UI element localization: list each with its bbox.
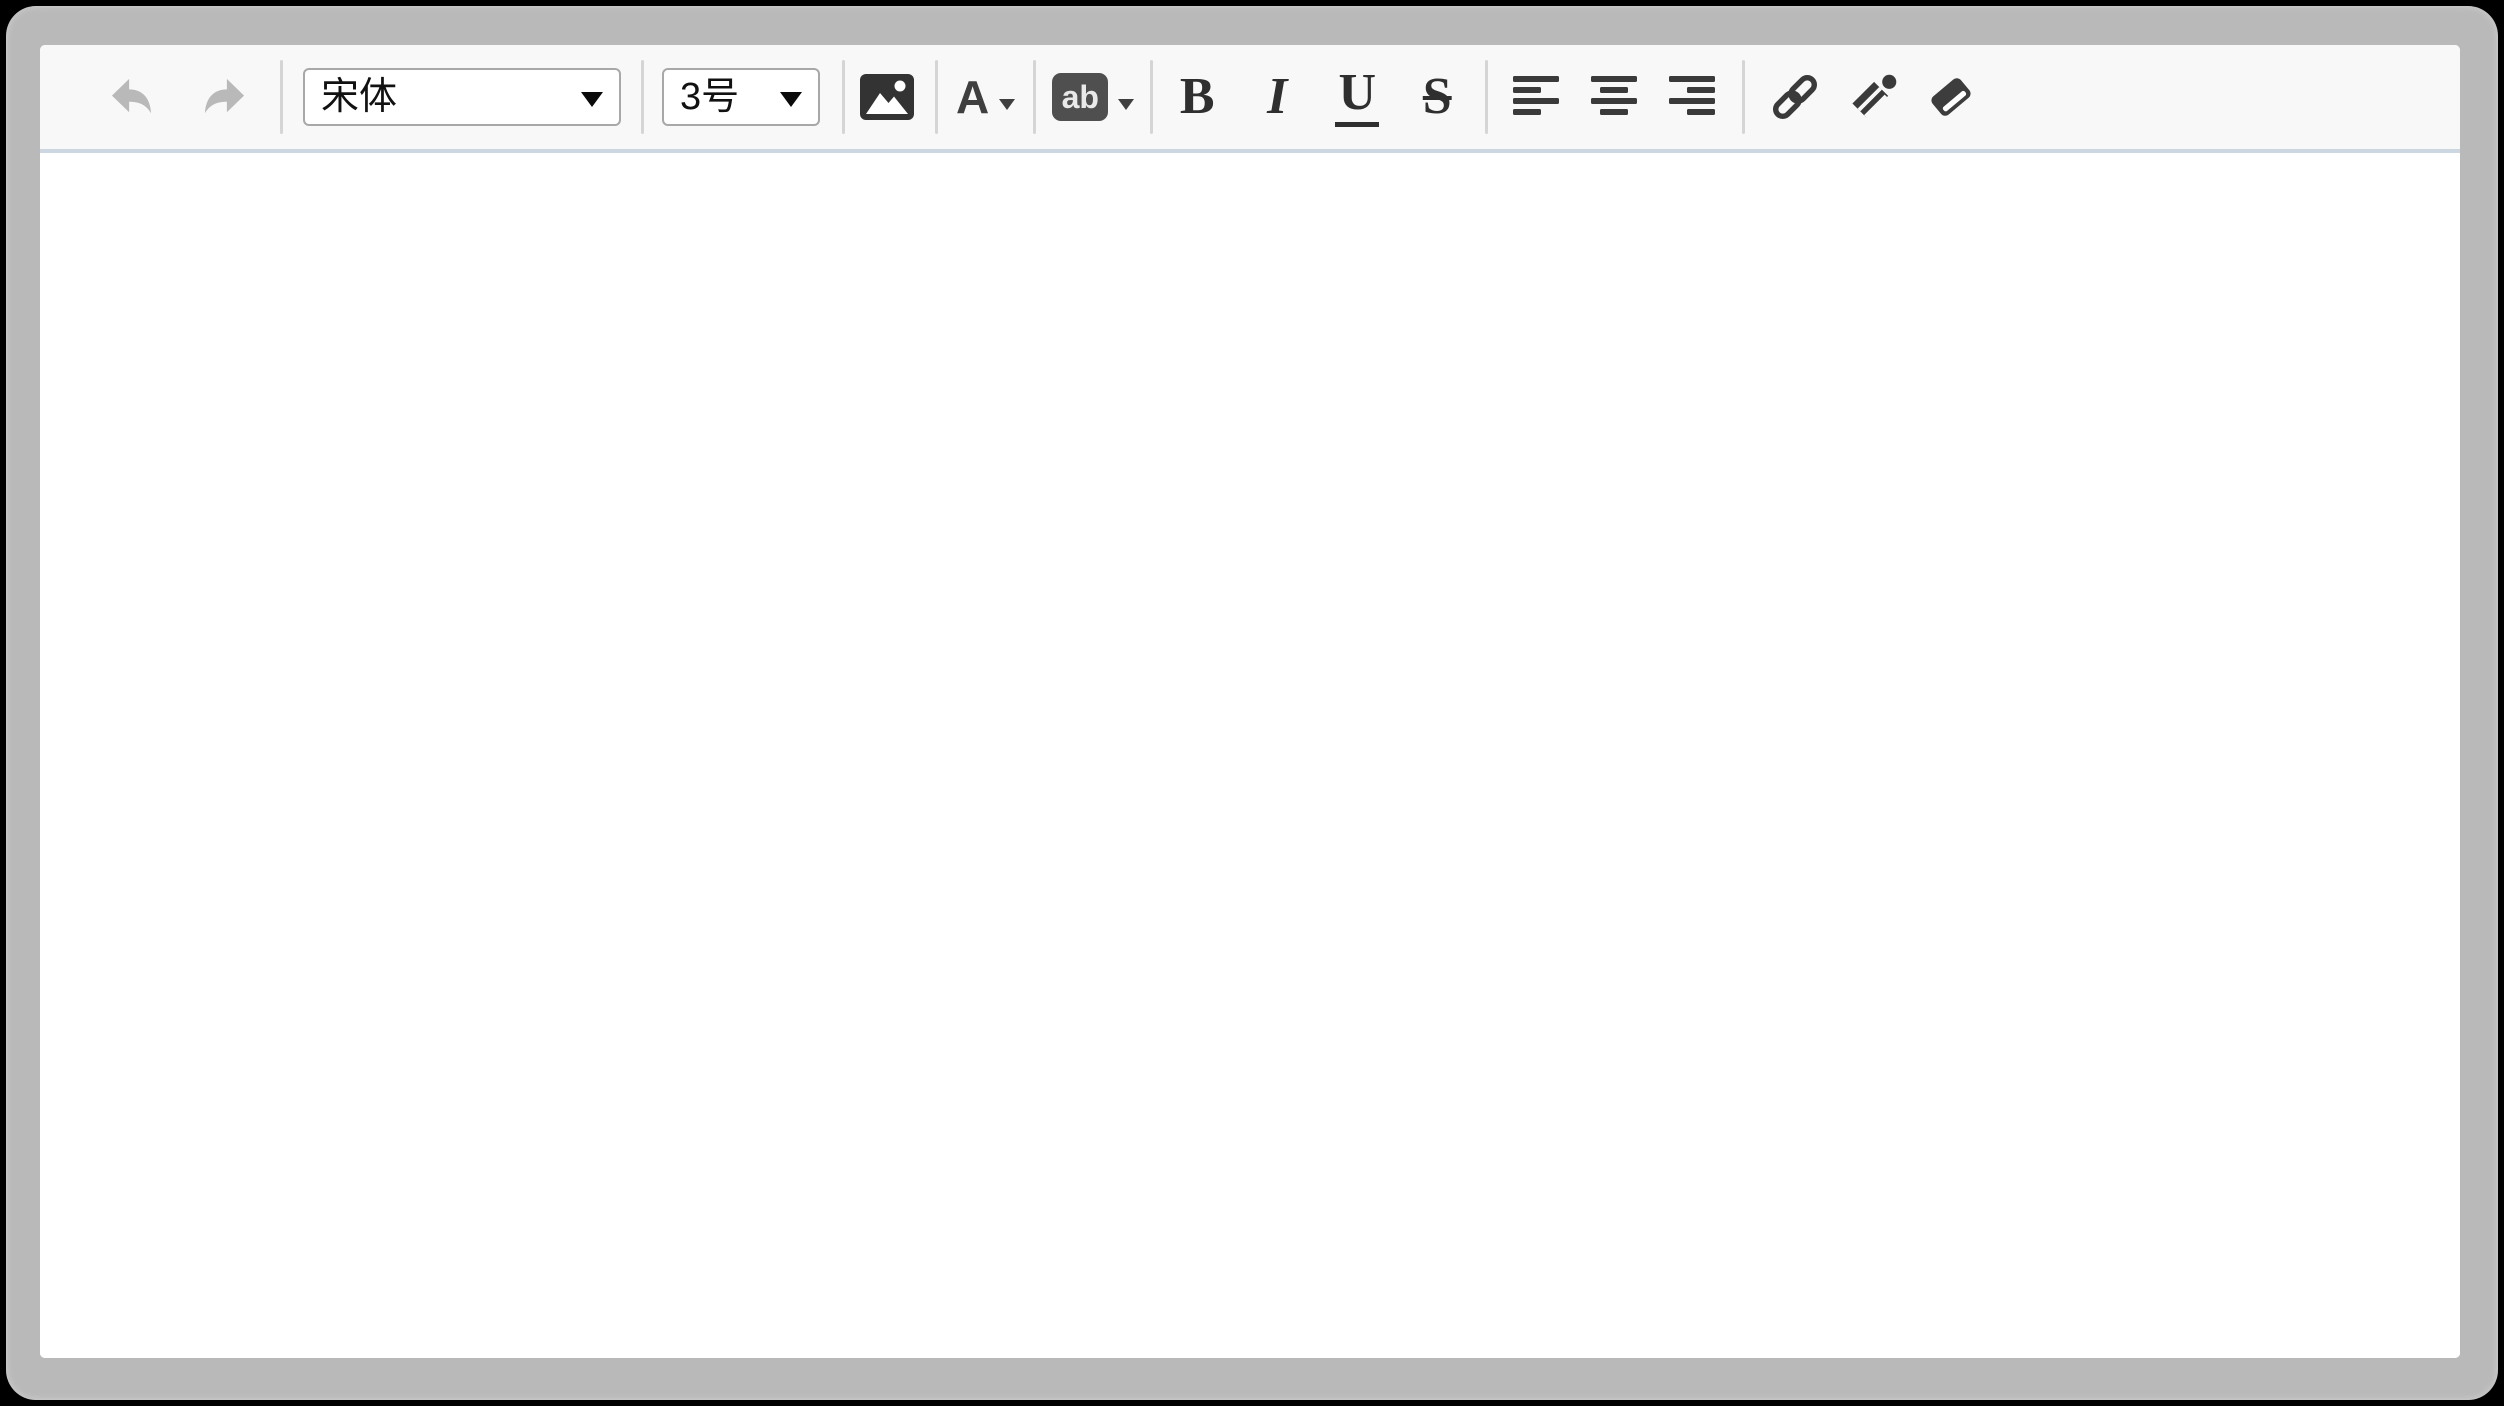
link-icon [1769,71,1821,123]
bold-button[interactable]: B [1165,61,1229,133]
formatting-toolbar: 宋体 3号 [40,45,2460,153]
align-right-button[interactable] [1660,61,1724,133]
toolbar-separator [842,60,845,134]
italic-button[interactable]: I [1245,61,1309,133]
toolbar-separator [1033,60,1036,134]
align-left-icon [1512,75,1560,119]
italic-label: I [1267,71,1287,123]
undo-icon [109,76,155,118]
eraser-icon [1924,71,1978,123]
editor-content-area[interactable] [40,153,2460,1358]
highlight-color-button[interactable]: ab [1048,61,1138,133]
text-color-button[interactable]: A [952,61,1019,133]
font-size-value: 3号 [680,78,739,116]
caret-down-icon [780,92,802,107]
underline-label: U [1335,67,1379,127]
font-size-select[interactable]: 3号 [662,68,820,126]
toolbar-separator [280,60,283,134]
link-button[interactable] [1763,61,1827,133]
insert-image-button[interactable] [855,61,919,133]
align-center-icon [1590,75,1638,119]
align-right-icon [1668,75,1716,119]
highlight-badge: ab [1052,73,1108,121]
strikethrough-label: S [1423,71,1452,123]
toolbar-separator [1150,60,1153,134]
format-brush-button[interactable] [1841,61,1905,133]
format-brush-icon [1847,71,1899,123]
editor-window-frame: 宋体 3号 [6,6,2498,1400]
align-left-button[interactable] [1504,61,1568,133]
toolbar-separator [935,60,938,134]
caret-down-icon [1118,99,1134,110]
strikethrough-button[interactable]: S [1405,61,1469,133]
redo-icon [201,76,247,118]
image-icon [859,73,915,121]
toolbar-separator [1485,60,1488,134]
text-color-label: A [956,74,989,120]
redo-button[interactable] [192,61,256,133]
align-center-button[interactable] [1582,61,1646,133]
font-family-value: 宋体 [321,78,397,116]
caret-down-icon [581,92,603,107]
underline-button[interactable]: U [1325,61,1389,133]
bold-label: B [1180,71,1215,123]
undo-button[interactable] [100,61,164,133]
toolbar-separator [641,60,644,134]
caret-down-icon [999,99,1015,110]
eraser-button[interactable] [1919,61,1983,133]
toolbar-separator [1742,60,1745,134]
font-family-select[interactable]: 宋体 [303,68,621,126]
rich-text-editor: 宋体 3号 [40,45,2460,1358]
